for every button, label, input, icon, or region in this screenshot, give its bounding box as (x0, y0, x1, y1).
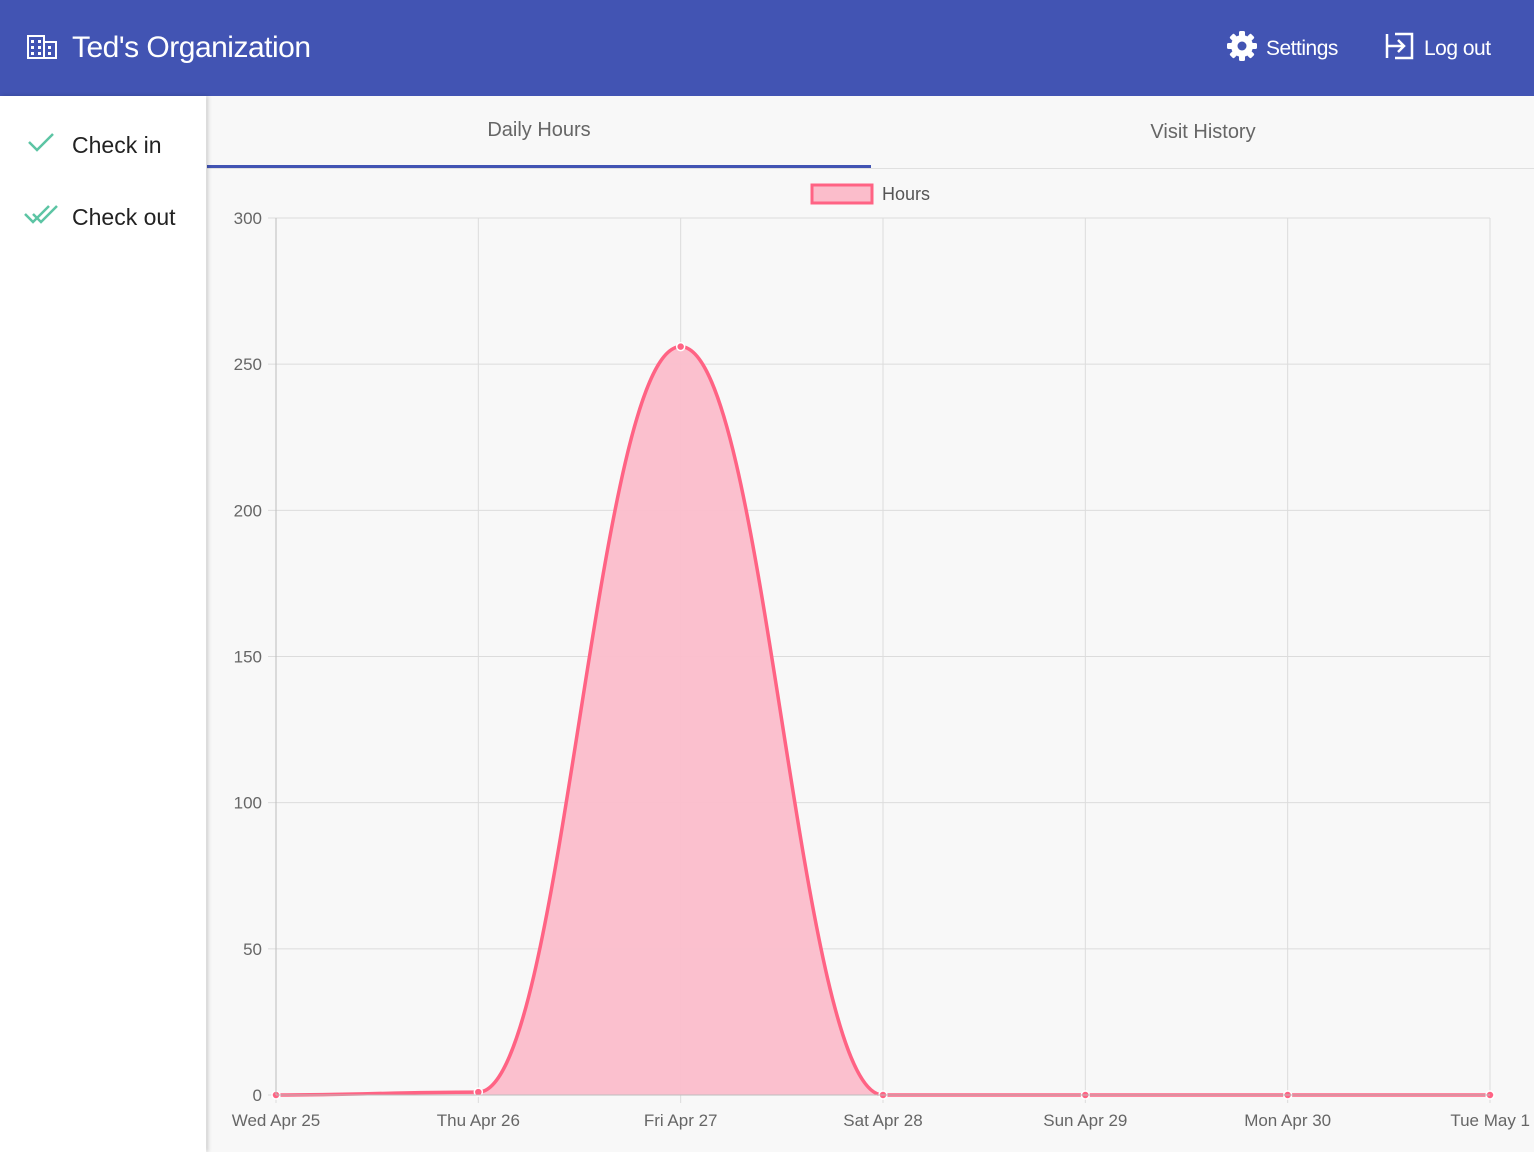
sidebar-item-label: Check in (72, 131, 162, 158)
building-icon (26, 32, 58, 65)
daily-hours-chart: 0 50 100 150 200 250 300 Wed Apr 25 Thu Apr 26 Fr… (232, 183, 1530, 1130)
settings-button[interactable]: Settings (1226, 28, 1338, 70)
logout-button[interactable]: Log out (1384, 28, 1491, 70)
x-tick-label: Sat Apr 28 (843, 1111, 922, 1130)
y-tick-label: 250 (234, 355, 262, 374)
settings-label: Settings (1266, 37, 1338, 60)
main-content: Daily Hours Visit History 0 50 100 150 200 25… (207, 96, 1534, 1152)
org-name: Ted's Organization (72, 31, 311, 64)
y-tick-label: 50 (243, 940, 262, 959)
legend-swatch-hours (810, 183, 874, 205)
chart-legend[interactable]: Hours (810, 183, 930, 205)
x-tick-label: Wed Apr 25 (232, 1111, 321, 1130)
y-tick-label: 150 (234, 648, 262, 667)
x-tick-label: Tue May 1 (1450, 1111, 1530, 1130)
logout-icon (1384, 30, 1416, 68)
sidebar: Check in Check out (0, 96, 206, 1152)
org-title[interactable]: Ted's Organization (26, 28, 311, 68)
data-point[interactable] (675, 341, 686, 352)
x-tick-label: Mon Apr 30 (1244, 1111, 1331, 1130)
y-tick-label: 0 (253, 1086, 262, 1105)
sidebar-item-label: Check out (72, 203, 176, 230)
x-tick-label: Thu Apr 26 (437, 1111, 520, 1130)
logout-label: Log out (1424, 37, 1491, 60)
double-check-icon (24, 202, 58, 232)
check-icon (24, 130, 58, 160)
y-tick-label: 100 (234, 794, 262, 813)
sidebar-item-check-in[interactable]: Check in (24, 125, 161, 165)
y-tick-label: 200 (234, 501, 262, 520)
sidebar-item-check-out[interactable]: Check out (24, 197, 176, 237)
gear-icon (1226, 30, 1258, 68)
top-navbar: Ted's Organization Settings Log out (0, 0, 1534, 96)
legend-label-hours: Hours (882, 184, 930, 204)
x-tick-label: Fri Apr 27 (644, 1111, 718, 1130)
x-tick-label: Sun Apr 29 (1043, 1111, 1127, 1130)
chart-axes: 0 50 100 150 200 250 300 Wed Apr 25 Thu Apr 26 Fr… (232, 209, 1530, 1130)
chart-grid (268, 217, 1491, 1103)
y-tick-label: 300 (234, 209, 262, 228)
